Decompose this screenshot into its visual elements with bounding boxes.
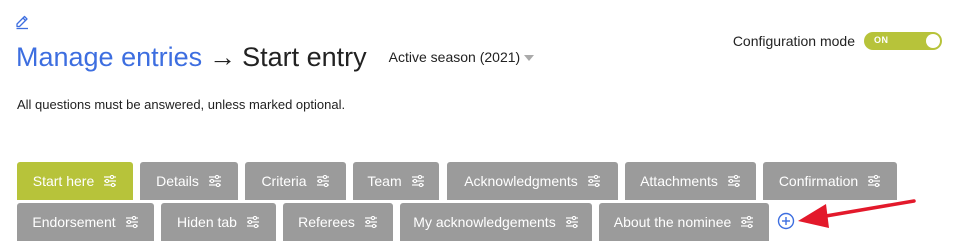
sliders-icon[interactable] xyxy=(316,175,330,187)
breadcrumb: Manage entries → Start entry Active seas… xyxy=(16,42,535,73)
tab-label: Start here xyxy=(32,173,95,189)
page: Manage entries → Start entry Active seas… xyxy=(0,0,960,250)
sliders-icon[interactable] xyxy=(208,175,222,187)
sliders-icon[interactable] xyxy=(411,175,425,187)
tab-referees[interactable]: Referees xyxy=(283,203,393,241)
sliders-icon[interactable] xyxy=(565,216,579,228)
sliders-icon[interactable] xyxy=(103,175,117,187)
tab-label: Team xyxy=(367,173,402,189)
season-selector-label: Active season (2021) xyxy=(388,49,521,65)
tab-attachments[interactable]: Attachments xyxy=(625,162,756,200)
tab-label: Hiden tab xyxy=(177,214,237,230)
sliders-icon[interactable] xyxy=(740,216,754,228)
season-selector[interactable]: Active season (2021) xyxy=(389,49,535,65)
configuration-mode: Configuration mode ON xyxy=(733,32,942,50)
sliders-icon[interactable] xyxy=(867,175,881,187)
tab-label: Criteria xyxy=(261,173,307,189)
instructions-text: All questions must be answered, unless m… xyxy=(17,97,346,112)
tab-team[interactable]: Team xyxy=(353,162,439,200)
tab-label: My acknowledgements xyxy=(413,214,556,230)
tab-label: Attachments xyxy=(640,173,718,189)
configuration-mode-label: Configuration mode xyxy=(732,33,855,49)
tab-my-acknowledgements[interactable]: My acknowledgements xyxy=(400,203,592,241)
tab-confirmation[interactable]: Confirmation xyxy=(763,162,897,200)
red-arrow-annotation xyxy=(798,199,916,228)
configuration-mode-toggle[interactable]: ON xyxy=(864,32,942,50)
tab-label: Endorsement xyxy=(32,214,116,230)
caret-down-icon xyxy=(524,55,535,61)
page-title: Start entry xyxy=(242,42,367,72)
tab-label: Confirmation xyxy=(778,173,859,189)
sliders-icon[interactable] xyxy=(364,216,378,228)
tab-acknowledgments[interactable]: Acknowledgments xyxy=(447,162,618,200)
tab-label: Acknowledgments xyxy=(464,173,578,189)
toggle-knob xyxy=(926,34,940,48)
sliders-icon[interactable] xyxy=(125,216,139,228)
manage-entries-link[interactable]: Manage entries xyxy=(16,42,202,73)
toggle-state-label: ON xyxy=(874,35,889,45)
tab-label: Referees xyxy=(298,214,355,230)
tab-start-here[interactable]: Start here xyxy=(17,162,133,200)
tab-hiden-tab[interactable]: Hiden tab xyxy=(161,203,276,241)
tab-label: About the nominee xyxy=(613,214,732,230)
tab-label: Details xyxy=(156,173,199,189)
tab-about-the-nominee[interactable]: About the nominee xyxy=(599,203,769,241)
pencil-icon[interactable] xyxy=(14,14,30,30)
add-tab-plus-circle-icon[interactable] xyxy=(777,212,795,230)
tab-details[interactable]: Details xyxy=(140,162,238,200)
sliders-icon[interactable] xyxy=(246,216,260,228)
sliders-icon[interactable] xyxy=(587,175,601,187)
breadcrumb-separator: → xyxy=(209,42,237,72)
sliders-icon[interactable] xyxy=(727,175,741,187)
tab-endorsement[interactable]: Endorsement xyxy=(17,203,154,241)
tab-criteria[interactable]: Criteria xyxy=(245,162,346,200)
